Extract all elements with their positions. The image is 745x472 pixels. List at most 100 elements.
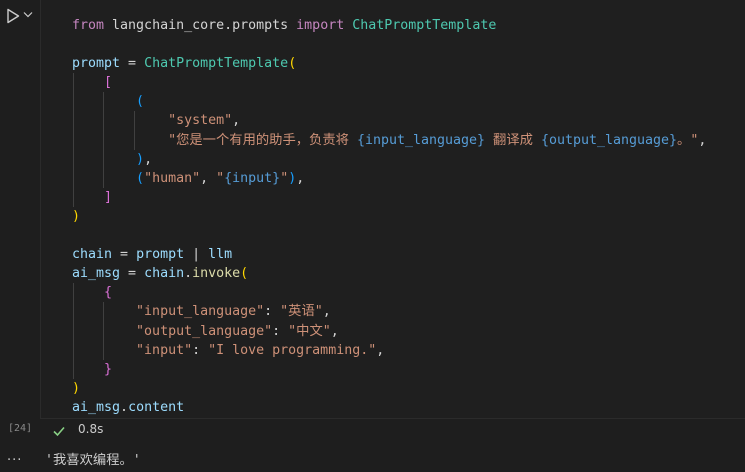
code-token: { <box>104 285 113 301</box>
code-token: } <box>104 361 113 377</box>
code-token: | <box>184 247 209 263</box>
code-line: ("human", "{input}"), <box>72 168 706 188</box>
indent-guide <box>103 130 105 150</box>
code-token: from <box>72 18 105 33</box>
code-token: : <box>192 342 209 358</box>
indent-guide <box>73 73 74 93</box>
code-line: ai_msg = chain.invoke( <box>72 264 706 283</box>
code-token: = <box>120 266 145 282</box>
code-token: = <box>112 247 137 263</box>
code-line: ( <box>72 92 706 112</box>
code-token: ] <box>104 189 113 205</box>
indent-guide <box>73 187 74 207</box>
code-cell-editor[interactable]: from langchain_core.prompts import ChatP… <box>40 0 745 419</box>
indent-guide <box>103 321 105 341</box>
code-line: } <box>72 359 706 379</box>
code-token: "input_language" <box>136 304 265 320</box>
indent-guide <box>73 92 74 112</box>
code-token: {output_language} <box>540 132 678 148</box>
code-line: { <box>72 283 706 303</box>
code-token: ( <box>136 170 145 186</box>
output-text: '我喜欢编程。' <box>45 453 141 468</box>
code-token: [ <box>104 75 113 91</box>
code-token: = <box>120 56 145 72</box>
code-token: ChatPromptTemplate <box>352 18 497 33</box>
code-line: "output_language": "中文", <box>72 321 706 341</box>
code-token: : <box>264 304 281 320</box>
code-token: "input" <box>136 342 193 358</box>
code-line: ) <box>72 379 706 398</box>
code-line: "system", <box>72 111 706 131</box>
indent-guide <box>73 302 74 322</box>
cell-status-bar: [24] 0.8s <box>0 419 745 440</box>
code-token: {input} <box>224 170 281 186</box>
code-line: [ <box>72 73 706 93</box>
code-token: ai_msg <box>72 399 121 415</box>
indent-guide <box>73 149 74 169</box>
code-token: ) <box>136 151 145 167</box>
code-token: ai_msg <box>72 266 121 282</box>
indent-guide <box>103 111 105 131</box>
code-line: ) <box>72 207 706 226</box>
indent-guide <box>103 149 105 169</box>
code-token: "human" <box>144 170 201 186</box>
code-token: , <box>330 323 339 339</box>
indent-guide <box>103 168 105 188</box>
code-line: "input_language": "英语", <box>72 302 706 322</box>
code-token: , <box>322 304 331 320</box>
code-token: 翻译成 <box>485 132 541 148</box>
code-token: prompt <box>136 247 185 263</box>
code-token: " <box>280 170 289 186</box>
cell-gutter <box>0 0 40 440</box>
indent-guide <box>133 130 135 150</box>
indent-guide <box>103 340 105 360</box>
code-token: {input_language} <box>356 132 486 148</box>
code-token: invoke <box>192 266 241 282</box>
code-token: "system" <box>168 113 233 129</box>
code-line: ), <box>72 149 706 169</box>
code-token: , <box>232 113 241 129</box>
indent-guide <box>73 340 74 360</box>
indent-guide <box>73 168 74 188</box>
code-token: "英语" <box>280 304 323 320</box>
chevron-down-icon[interactable] <box>22 9 34 21</box>
code-line: "input": "I love programming.", <box>72 340 706 360</box>
code-block[interactable]: from langchain_core.prompts import ChatP… <box>72 16 706 417</box>
code-token: "中文" <box>288 323 331 339</box>
indent-guide <box>73 359 74 379</box>
execution-count: [24] <box>8 423 33 434</box>
indent-guide <box>73 321 74 341</box>
code-line: from langchain_core.prompts import ChatP… <box>72 16 706 35</box>
code-token: llm <box>208 247 233 263</box>
code-token: ) <box>72 208 81 224</box>
output-more-icon[interactable]: ... <box>7 449 22 464</box>
code-token: ) <box>72 380 81 396</box>
code-token: , <box>698 132 707 148</box>
code-token: , <box>144 151 153 167</box>
code-token: "output_language" <box>136 323 273 339</box>
check-icon <box>52 423 66 437</box>
code-token: ( <box>288 56 297 72</box>
code-token: ( <box>240 266 249 282</box>
code-token: . <box>184 266 193 282</box>
code-token: . <box>120 399 129 415</box>
code-token: ChatPromptTemplate <box>144 56 289 72</box>
code-token: , <box>200 170 217 186</box>
execution-duration: 0.8s <box>78 422 104 436</box>
run-cell-icon[interactable] <box>5 8 21 24</box>
code-line: chain = prompt | llm <box>72 245 706 264</box>
code-token: " <box>216 170 225 186</box>
code-token: "您是一个有用的助手，负责将 <box>168 132 357 148</box>
cell-output: ... '我喜欢编程。' <box>0 440 745 472</box>
code-token: chain <box>144 266 185 282</box>
code-token: prompt <box>72 56 121 72</box>
indent-guide <box>103 302 105 322</box>
code-token: : <box>272 323 289 339</box>
indent-guide <box>73 283 74 303</box>
